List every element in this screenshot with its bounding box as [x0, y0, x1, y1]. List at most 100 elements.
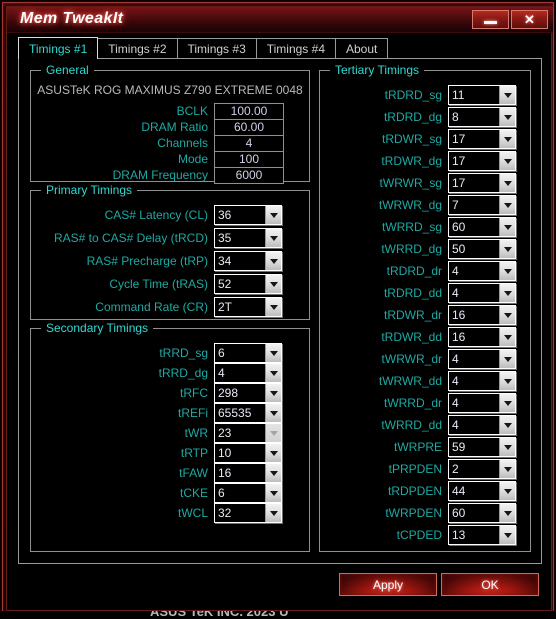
tab-about[interactable]: About: [335, 38, 389, 59]
chevron-down-icon[interactable]: [499, 86, 515, 104]
minimize-button[interactable]: [472, 10, 509, 29]
tab-timings-2[interactable]: Timings #2: [97, 38, 178, 59]
combo-tras[interactable]: 52: [214, 274, 282, 294]
chevron-down-icon[interactable]: [265, 298, 281, 316]
chevron-down-icon[interactable]: [499, 526, 515, 544]
combo-trdwr-dd-value: 16: [449, 328, 499, 346]
combo-trefi[interactable]: 65535: [214, 403, 282, 423]
chevron-down-icon[interactable]: [265, 229, 281, 247]
chevron-down-icon[interactable]: [499, 218, 515, 236]
combo-cas-latency[interactable]: 36: [214, 205, 282, 225]
tab-timings-4[interactable]: Timings #4: [255, 38, 336, 59]
combo-tprpden[interactable]: 2: [448, 459, 516, 479]
chevron-down-icon[interactable]: [265, 444, 281, 462]
chevron-down-icon[interactable]: [499, 240, 515, 258]
chevron-down-icon[interactable]: [499, 372, 515, 390]
combo-twrwr-dd[interactable]: 4: [448, 371, 516, 391]
chevron-down-icon[interactable]: [499, 284, 515, 302]
chevron-down-icon[interactable]: [499, 152, 515, 170]
tab-timings-3[interactable]: Timings #3: [176, 38, 257, 59]
combo-trdrd-sg[interactable]: 11: [448, 85, 516, 105]
combo-twrrd-dd[interactable]: 4: [448, 415, 516, 435]
title-bar[interactable]: Mem TweakIt ✕: [7, 7, 553, 33]
chevron-down-icon[interactable]: [499, 394, 515, 412]
combo-trrd-dg[interactable]: 4: [214, 363, 282, 383]
combo-trdrd-dr[interactable]: 4: [448, 261, 516, 281]
combo-trfc[interactable]: 298: [214, 383, 282, 403]
close-button[interactable]: ✕: [511, 10, 548, 29]
combo-trdpden-value: 44: [449, 482, 499, 500]
combo-trdpden[interactable]: 44: [448, 481, 516, 501]
combo-trfc-value: 298: [215, 384, 265, 402]
tab-panel-timings-1: General ASUSTeK ROG MAXIMUS Z790 EXTREME…: [18, 58, 542, 564]
combo-twrrd-sg-value: 60: [449, 218, 499, 236]
combo-tcke[interactable]: 6: [214, 483, 282, 503]
group-tertiary-legend: Tertiary Timings: [330, 63, 425, 77]
combo-tfaw[interactable]: 16: [214, 463, 282, 483]
chevron-down-icon[interactable]: [265, 275, 281, 293]
chevron-down-icon[interactable]: [499, 130, 515, 148]
group-primary-timings: Primary Timings CAS# Latency (CL) 36 RAS…: [30, 183, 310, 320]
combo-tcpded-value: 13: [449, 526, 499, 544]
chevron-down-icon[interactable]: [265, 404, 281, 422]
chevron-down-icon[interactable]: [265, 206, 281, 224]
combo-trrd-sg[interactable]: 6: [214, 343, 282, 363]
chevron-down-icon[interactable]: [499, 460, 515, 478]
combo-trdwr-dg-value: 17: [449, 152, 499, 170]
label-trp: RAS# Precharge (tRP): [86, 254, 208, 268]
label-twrrd-dg: tWRRD_dg: [381, 242, 442, 256]
ok-button[interactable]: OK: [441, 573, 539, 596]
combo-trcd[interactable]: 35: [214, 228, 282, 248]
label-trdrd-sg: tRDRD_sg: [384, 88, 442, 102]
chevron-down-icon[interactable]: [499, 416, 515, 434]
label-dram-ratio: DRAM Ratio: [141, 120, 208, 134]
combo-twrwr-dr[interactable]: 4: [448, 349, 516, 369]
chevron-down-icon[interactable]: [499, 306, 515, 324]
combo-trrd-sg-value: 6: [215, 344, 265, 362]
combo-twrpden[interactable]: 60: [448, 503, 516, 523]
minimize-icon: [484, 21, 497, 24]
combo-trdwr-dg[interactable]: 17: [448, 151, 516, 171]
combo-trdwr-dr[interactable]: 16: [448, 305, 516, 325]
combo-twrwr-sg-value: 17: [449, 174, 499, 192]
combo-trtp[interactable]: 10: [214, 443, 282, 463]
combo-twrwr-sg[interactable]: 17: [448, 173, 516, 193]
tab-timings-1[interactable]: Timings #1: [18, 37, 99, 59]
combo-twrrd-sg[interactable]: 60: [448, 217, 516, 237]
chevron-down-icon[interactable]: [499, 328, 515, 346]
chevron-down-icon[interactable]: [265, 344, 281, 362]
apply-button[interactable]: Apply: [339, 573, 437, 596]
chevron-down-icon[interactable]: [265, 252, 281, 270]
chevron-down-icon[interactable]: [499, 504, 515, 522]
combo-twrrd-dg[interactable]: 50: [448, 239, 516, 259]
combo-trdrd-dd[interactable]: 4: [448, 283, 516, 303]
chevron-down-icon[interactable]: [499, 196, 515, 214]
combo-trdwr-dd[interactable]: 16: [448, 327, 516, 347]
combo-twrrd-dr[interactable]: 4: [448, 393, 516, 413]
combo-trdwr-sg[interactable]: 17: [448, 129, 516, 149]
combo-tcpded[interactable]: 13: [448, 525, 516, 545]
combo-twr[interactable]: 23: [214, 423, 282, 443]
chevron-down-icon: [265, 424, 281, 442]
chevron-down-icon[interactable]: [499, 350, 515, 368]
chevron-down-icon[interactable]: [499, 174, 515, 192]
combo-twrpre[interactable]: 59: [448, 437, 516, 457]
chevron-down-icon[interactable]: [499, 482, 515, 500]
chevron-down-icon[interactable]: [499, 438, 515, 456]
chevron-down-icon[interactable]: [265, 364, 281, 382]
label-mode: Mode: [177, 152, 208, 166]
combo-command-rate[interactable]: 2T: [214, 297, 282, 317]
row-tfaw: tFAW 16: [40, 463, 282, 483]
combo-trdrd-dg[interactable]: 8: [448, 107, 516, 127]
combo-twcl[interactable]: 32: [214, 503, 282, 523]
combo-twrrd-dd-value: 4: [449, 416, 499, 434]
chevron-down-icon[interactable]: [265, 384, 281, 402]
chevron-down-icon[interactable]: [265, 464, 281, 482]
combo-trp[interactable]: 34: [214, 251, 282, 271]
combo-twrwr-dg[interactable]: 7: [448, 195, 516, 215]
chevron-down-icon[interactable]: [499, 262, 515, 280]
combo-trdrd-dg-value: 8: [449, 108, 499, 126]
chevron-down-icon[interactable]: [265, 484, 281, 502]
chevron-down-icon[interactable]: [265, 504, 281, 522]
chevron-down-icon[interactable]: [499, 108, 515, 126]
